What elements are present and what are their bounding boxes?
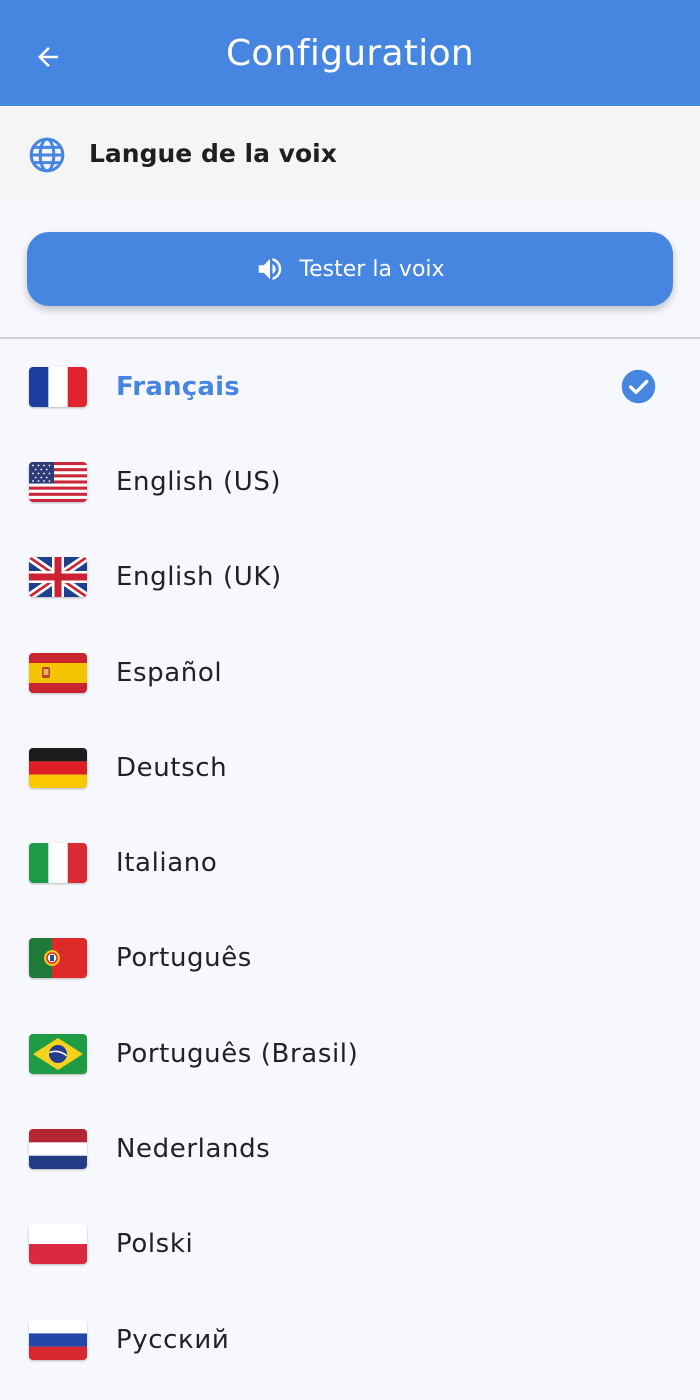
language-item-english-us[interactable]: English (US) <box>0 434 700 529</box>
globe-icon <box>29 137 65 173</box>
france-flag-icon <box>29 366 87 407</box>
usa-flag-icon <box>29 461 87 502</box>
language-item-espanol[interactable]: Español <box>0 625 700 720</box>
language-item-russkiy[interactable]: Русский <box>0 1292 700 1387</box>
section-title: Langue de la voix <box>89 139 337 168</box>
language-list: Français English (US) English (UK) Españ… <box>0 339 700 1387</box>
language-label: Nederlands <box>116 1134 271 1165</box>
language-label: Français <box>116 371 240 402</box>
language-label: English (US) <box>116 466 282 497</box>
language-item-francais[interactable]: Français <box>0 339 700 434</box>
page-title: Configuration <box>225 32 475 74</box>
language-label: Deutsch <box>116 752 228 783</box>
language-label: Русский <box>116 1324 230 1355</box>
language-item-polski[interactable]: Polski <box>0 1197 700 1292</box>
portugal-flag-icon <box>29 938 87 979</box>
arrow-left-icon <box>38 47 58 67</box>
netherlands-flag-icon <box>29 1129 87 1170</box>
language-item-portugues-brasil[interactable]: Português (Brasil) <box>0 1006 700 1101</box>
language-item-deutsch[interactable]: Deutsch <box>0 720 700 815</box>
language-label: Polski <box>116 1229 194 1260</box>
app-bar: Configuration <box>0 0 700 106</box>
language-item-portugues[interactable]: Português <box>0 911 700 1006</box>
language-label: Español <box>116 657 223 688</box>
poland-flag-icon <box>29 1224 87 1265</box>
language-item-italiano[interactable]: Italiano <box>0 815 700 910</box>
language-label: Português (Brasil) <box>116 1038 359 1069</box>
uk-flag-icon <box>29 557 87 598</box>
germany-flag-icon <box>29 747 87 788</box>
test-voice-label: Tester la voix <box>299 256 445 282</box>
test-voice-button[interactable]: Tester la voix <box>27 232 673 306</box>
italy-flag-icon <box>29 843 87 884</box>
speaker-icon <box>259 258 282 280</box>
language-label: English (UK) <box>116 562 282 593</box>
language-label: Português <box>116 943 252 974</box>
check-circle-icon <box>621 369 656 404</box>
brazil-flag-icon <box>29 1033 87 1074</box>
back-button[interactable] <box>22 31 74 83</box>
russia-flag-icon <box>29 1319 87 1360</box>
language-label: Italiano <box>116 848 218 879</box>
section-header: Langue de la voix <box>0 106 700 201</box>
language-item-english-uk[interactable]: English (UK) <box>0 530 700 625</box>
language-item-nederlands[interactable]: Nederlands <box>0 1101 700 1196</box>
spain-flag-icon <box>29 652 87 693</box>
